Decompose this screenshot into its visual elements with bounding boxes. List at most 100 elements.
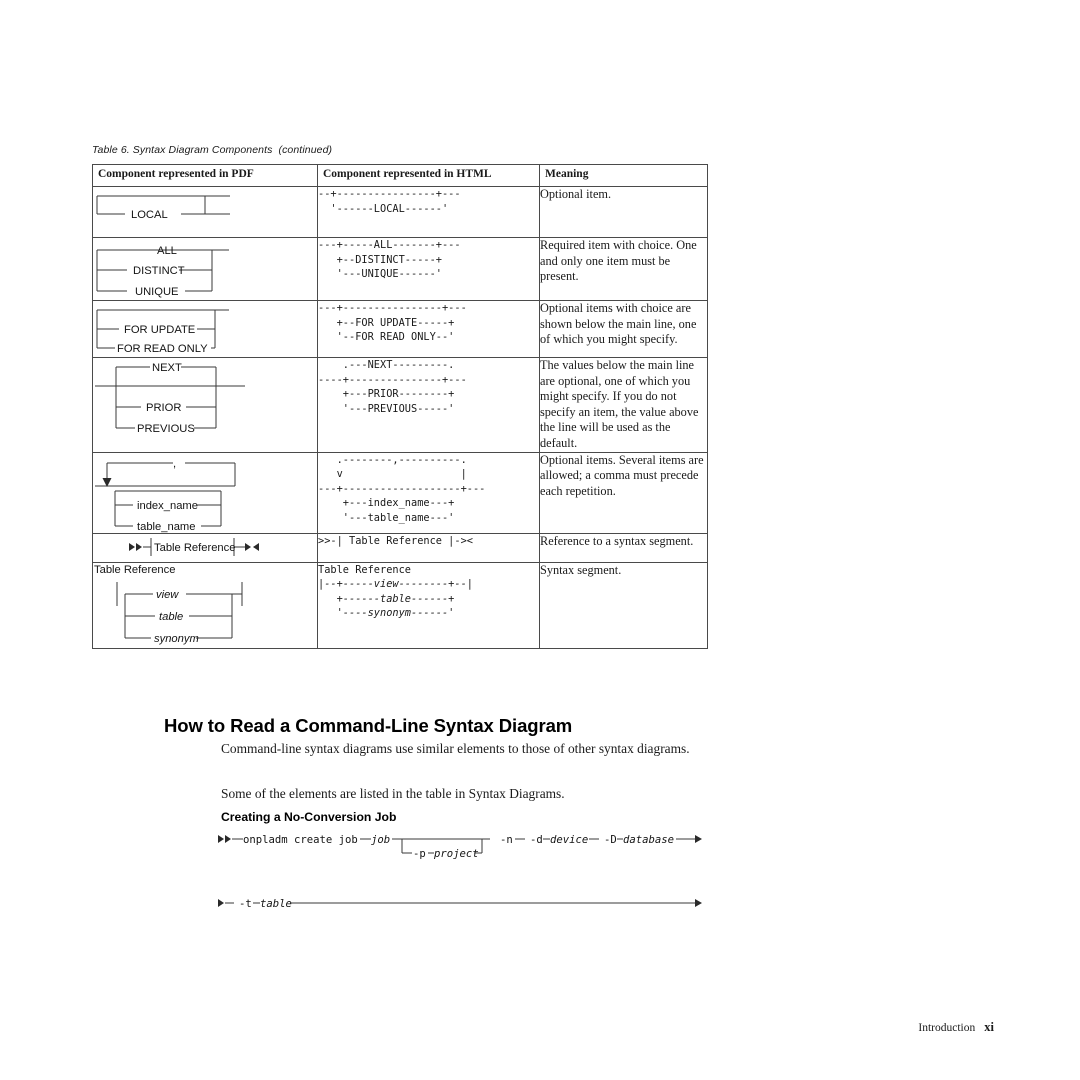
railroad-diagram-next-prior-previous: NEXT PRIOR PREVIOUS <box>95 362 245 435</box>
meaning-syntax-segment: Syntax segment. <box>539 561 708 649</box>
railroad-diagram-view-table-synonym: view table synonym <box>116 581 243 645</box>
meaning-repeating-items: Optional items. Several items are allowe… <box>539 451 708 534</box>
html-art-optional-item: --+----------------+--- '------LOCAL----… <box>317 186 540 238</box>
html-art-default-above: .---NEXT---------. ----+---------------+… <box>317 357 540 453</box>
meaning-text: Syntax segment. <box>540 562 622 577</box>
paragraph-1: Command-line syntax diagrams use similar… <box>221 741 690 757</box>
subsection-title: Creating a No-Conversion Job <box>221 810 397 825</box>
syntax-components-table: Component represented in PDF Component r… <box>92 164 708 649</box>
pdf-diagram-optional-item: LOCAL <box>92 186 318 238</box>
arrow-left-icon <box>253 542 259 551</box>
table-row: FOR UPDATE FOR READ ONLY ---+-----------… <box>92 300 708 358</box>
pdf-label-table-name: table_name <box>137 521 195 533</box>
arrow-right-icon <box>136 542 142 551</box>
meaning-text: Optional items with choice are shown bel… <box>540 301 697 347</box>
pdf-diagram-required-choice: ALL DISTINCT UNIQUE <box>92 237 318 301</box>
pdf-label-synonym: synonym <box>154 633 199 645</box>
arrow-right-icon <box>129 542 135 551</box>
html-art-segment-reference: >>-| Table Reference |->< <box>317 532 540 563</box>
table-row: , index_name table_name .--------,------… <box>92 451 708 534</box>
html-art-required-choice: ---+-----ALL-------+--- +--DISTINCT-----… <box>317 237 540 301</box>
meaning-text: Optional item. <box>540 187 612 201</box>
pdf-label-table-reference: Table Reference <box>154 542 235 554</box>
cmd-project-var: project <box>433 848 479 860</box>
pdf-segment-title: Table Reference <box>94 563 176 576</box>
railroad-diagram-table-reference-ref: Table Reference <box>129 537 259 556</box>
page-canvas: Table 6. Syntax Diagram Components (cont… <box>0 0 1080 1080</box>
pdf-diagram-syntax-segment: Table Reference view table synonym <box>92 561 318 649</box>
arrow-right-icon <box>218 835 224 843</box>
html-art-syntax-segment: Table Reference |--+-----view--------+--… <box>317 561 540 649</box>
table-row: NEXT PRIOR PREVIOUS .---NEXT---------. -… <box>92 357 708 453</box>
page-footer: Introduction xi <box>0 1020 1080 1035</box>
pdf-diagram-default-above: NEXT PRIOR PREVIOUS <box>92 357 318 453</box>
html-art-text: >>-| Table Reference |->< <box>318 534 473 547</box>
pdf-label-local: LOCAL <box>131 209 168 221</box>
html-art-text: .--------,----------. v | ---+----------… <box>318 453 486 525</box>
meaning-optional-item: Optional item. <box>539 186 708 238</box>
meaning-default-above: The values below the main line are optio… <box>539 357 708 453</box>
cmd-database-var: database <box>623 834 674 846</box>
html-art-text: ---+----------------+--- +--FOR UPDATE--… <box>318 302 467 344</box>
command-syntax-diagram: onpladm create job job -p project -n -d … <box>218 834 702 910</box>
pdf-label-prior: PRIOR <box>146 402 181 414</box>
arrow-right-icon <box>245 542 251 551</box>
arrow-right-icon <box>695 899 702 907</box>
railroad-diagram-all-distinct-unique: ALL DISTINCT UNIQUE <box>96 245 229 298</box>
pdf-label-index-name: index_name <box>137 500 198 512</box>
cmd-flag-D: -D <box>604 834 617 846</box>
pdf-diagram-segment-reference: Table Reference <box>92 532 318 563</box>
pdf-label-comma: , <box>173 458 176 470</box>
paragraph-2: Some of the elements are listed in the t… <box>221 786 565 802</box>
meaning-text: Required item with choice. One and only … <box>540 238 697 284</box>
pdf-label-distinct: DISTINCT <box>133 265 185 277</box>
page-number: xi <box>984 1020 994 1034</box>
arrow-right-icon <box>695 835 702 843</box>
meaning-text: The values below the main line are optio… <box>540 358 699 451</box>
arrow-right-icon <box>225 835 231 843</box>
html-art-text: ---+-----ALL-------+--- +--DISTINCT-----… <box>318 239 461 281</box>
arrow-right-icon <box>218 899 224 907</box>
html-art-repeating-items: .--------,----------. v | ---+----------… <box>317 451 540 534</box>
pdf-label-unique: UNIQUE <box>135 286 179 298</box>
table-header-row: Component represented in PDF Component r… <box>92 164 708 187</box>
pdf-label-table: table <box>159 611 183 623</box>
pdf-label-all: ALL <box>157 245 177 257</box>
table-row: ALL DISTINCT UNIQUE ---+-----ALL-------+… <box>92 237 708 301</box>
html-art-optional-choice: ---+----------------+--- +--FOR UPDATE--… <box>317 300 540 358</box>
html-art-text: .---NEXT---------. ----+---------------+… <box>318 359 467 415</box>
pdf-label-for-read-only: FOR READ ONLY <box>117 343 208 355</box>
railroad-diagram-local: LOCAL <box>96 195 230 221</box>
header-meaning: Meaning <box>539 164 708 187</box>
cmd-flag-t: -t <box>239 898 252 910</box>
header-component-html: Component represented in HTML <box>317 164 540 187</box>
html-art-text: |--+-----view--------+--| +------table--… <box>318 578 473 620</box>
meaning-required-choice: Required item with choice. One and only … <box>539 237 708 301</box>
cmd-flag-d: -d <box>530 834 543 846</box>
footer-label: Introduction <box>918 1022 976 1034</box>
cmd-table-var: table <box>260 898 292 910</box>
railroad-diagram-index-table-name: , index_name table_name <box>95 458 236 533</box>
table-row: Table Reference view table synonym Table… <box>92 561 708 649</box>
table-row: Table Reference >>-| Table Reference |->… <box>92 532 708 563</box>
pdf-label-for-update: FOR UPDATE <box>124 324 195 336</box>
cmd-command-text: onpladm create job <box>243 834 358 846</box>
pdf-diagram-optional-choice: FOR UPDATE FOR READ ONLY <box>92 300 318 358</box>
table-caption: Table 6. Syntax Diagram Components (cont… <box>92 144 333 156</box>
cmd-flag-p: -p <box>413 848 426 860</box>
meaning-optional-choice: Optional items with choice are shown bel… <box>539 300 708 358</box>
html-art-text: --+----------------+--- '------LOCAL----… <box>318 188 461 215</box>
table-row: LOCAL --+----------------+--- '------LOC… <box>92 186 708 238</box>
page-title: How to Read a Command-Line Syntax Diagra… <box>164 715 573 737</box>
meaning-text: Reference to a syntax segment. <box>540 533 694 548</box>
pdf-label-next: NEXT <box>152 362 182 374</box>
pdf-diagram-repeating-items: , index_name table_name <box>92 451 318 534</box>
pdf-label-view: view <box>156 589 179 601</box>
cmd-flag-n: -n <box>500 834 513 846</box>
meaning-text: Optional items. Several items are allowe… <box>540 452 704 498</box>
meaning-segment-reference: Reference to a syntax segment. <box>539 532 708 563</box>
railroad-diagram-for-update: FOR UPDATE FOR READ ONLY <box>96 309 229 355</box>
cmd-job-var: job <box>371 834 390 846</box>
html-segment-title: Table Reference <box>318 563 411 576</box>
header-component-pdf: Component represented in PDF <box>92 164 318 187</box>
